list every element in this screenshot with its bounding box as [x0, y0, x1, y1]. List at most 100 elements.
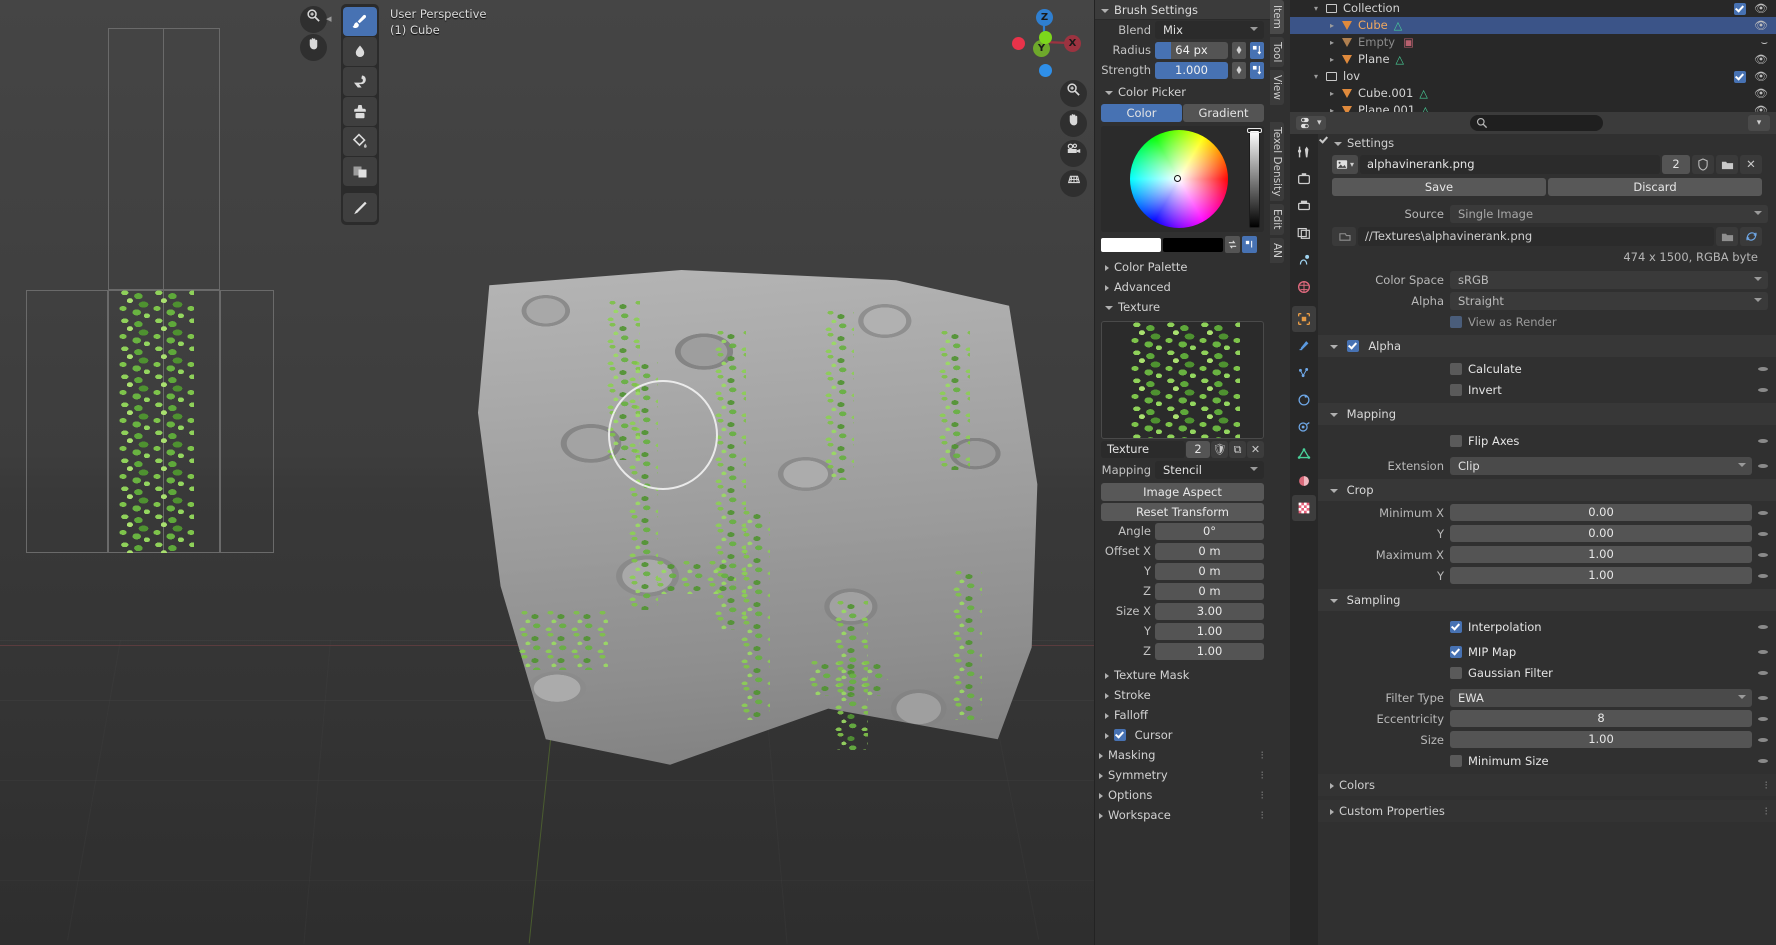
- mapping-row[interactable]: Mapping Stencil: [1095, 460, 1270, 480]
- settings-section-header[interactable]: Settings: [1318, 134, 1776, 152]
- 3d-viewport[interactable]: User Perspective (1) Cube ◂ Z Y X: [0, 0, 1094, 945]
- texture-transform-fields[interactable]: Angle 0° Offset X 0 m Y 0 m Z 0 m Size X 3.00 Y 1.0…: [1095, 521, 1270, 661]
- view-as-render-row[interactable]: View as Render: [1326, 312, 1768, 331]
- toggle-orthographic-grid-icon[interactable]: [1060, 170, 1087, 197]
- animate-property-dot[interactable]: [1758, 737, 1768, 742]
- shield-fake-user-icon[interactable]: [1692, 155, 1714, 174]
- fill-tool[interactable]: [343, 127, 377, 156]
- alpha-section-header[interactable]: Alpha: [1318, 335, 1776, 357]
- outliner[interactable]: ▾ Collection 👁 ▸ Cube △ 👁 ▸ Empty ▣ ⌣ ▸ Plane △ 👁 ▾ lov 👁…: [1290, 0, 1776, 112]
- properties-section-colors[interactable]: Colors ⁝: [1318, 774, 1776, 796]
- section-falloff[interactable]: Falloff: [1095, 705, 1270, 725]
- flip-axes-checkbox[interactable]: [1450, 434, 1462, 447]
- calculate-row[interactable]: Calculate: [1326, 359, 1768, 378]
- sampling-checkbox[interactable]: [1450, 645, 1462, 658]
- crop-field-value[interactable]: 1.00: [1450, 567, 1752, 584]
- filepath-row[interactable]: //Textures\alphavinerank.png: [1332, 227, 1762, 246]
- properties-section-custom-properties[interactable]: Custom Properties ⁝: [1318, 800, 1776, 822]
- tab-edit[interactable]: Edit: [1270, 204, 1284, 235]
- expand-arrow-icon[interactable]: ▸: [1326, 102, 1338, 112]
- crop-field-row[interactable]: Y 1.00: [1326, 566, 1768, 585]
- mesh-data-icon[interactable]: △: [1396, 51, 1404, 68]
- minimum-size-row[interactable]: Minimum Size: [1326, 751, 1768, 770]
- visibility-eye-icon[interactable]: 👁: [1754, 102, 1768, 112]
- soften-tool[interactable]: [343, 37, 377, 66]
- section-texture-mask[interactable]: Texture Mask: [1095, 665, 1270, 685]
- texture-field-value[interactable]: 0 m: [1155, 582, 1264, 600]
- expand-arrow-icon[interactable]: ▸: [1326, 17, 1338, 34]
- texture-field-row[interactable]: Z 0 m: [1095, 581, 1270, 601]
- animate-property-dot[interactable]: [1758, 716, 1768, 721]
- outliner-row-plane-001[interactable]: ▸ Plane.001 △ 👁: [1290, 102, 1776, 112]
- material-properties-tab[interactable]: [1292, 468, 1316, 494]
- crop-field-row[interactable]: Minimum X 0.00: [1326, 503, 1768, 522]
- brush-settings-header[interactable]: Brush Settings: [1095, 0, 1270, 20]
- eccentricity-row[interactable]: Eccentricity 8: [1326, 709, 1768, 728]
- mapping-select[interactable]: Stencil: [1155, 461, 1264, 479]
- properties-closed-sections[interactable]: Colors ⁝ Custom Properties ⁝: [1318, 774, 1776, 822]
- tool-properties-tab[interactable]: [1292, 139, 1316, 165]
- collapse-sidebar-arrow[interactable]: ◂: [326, 12, 332, 25]
- tab-texel-density[interactable]: Texel Density: [1270, 122, 1284, 202]
- mesh-data-icon[interactable]: △: [1419, 85, 1427, 102]
- texture-name-field[interactable]: Texture: [1101, 441, 1185, 458]
- collection-enable-checkbox[interactable]: [1734, 2, 1746, 15]
- animate-property-dot[interactable]: [1758, 531, 1768, 536]
- animate-property-dot[interactable]: [1758, 649, 1768, 654]
- camera-view-icon[interactable]: [1060, 140, 1087, 167]
- outliner-row-cube[interactable]: ▸ Cube △ 👁: [1290, 17, 1776, 34]
- texture-field-value[interactable]: 0°: [1155, 522, 1264, 540]
- blend-select[interactable]: Mix: [1155, 21, 1264, 39]
- crop-fields[interactable]: Minimum X 0.00 Y 0.00 Maximum X 1.00 Y 1.00: [1318, 503, 1776, 585]
- tab-color[interactable]: Color: [1101, 104, 1182, 122]
- brush-section-options[interactable]: Options ⁝: [1095, 785, 1270, 805]
- background-color-swatch[interactable]: [1163, 237, 1223, 252]
- scene-properties-tab[interactable]: [1292, 247, 1316, 273]
- modifier-properties-tab[interactable]: [1292, 333, 1316, 359]
- section-texture[interactable]: Texture: [1095, 297, 1270, 317]
- collection-enable-checkbox[interactable]: [1734, 70, 1746, 83]
- expand-arrow-icon[interactable]: ▾: [1310, 68, 1322, 85]
- texture-field-row[interactable]: Y 0 m: [1095, 561, 1270, 581]
- outliner-row-cube-001[interactable]: ▸ Cube.001 △ 👁: [1290, 85, 1776, 102]
- image-datablock-row[interactable]: ▾ alphavinerank.png 2 ✕: [1332, 155, 1762, 174]
- strength-slider[interactable]: 1.000: [1155, 61, 1228, 79]
- brush-section-workspace[interactable]: Workspace ⁝: [1095, 805, 1270, 825]
- texture-field-value[interactable]: 0 m: [1155, 542, 1264, 560]
- radius-pressure-icon[interactable]: [1232, 41, 1246, 59]
- sampling-checkbox[interactable]: [1450, 666, 1462, 679]
- mask-tool[interactable]: [343, 157, 377, 186]
- painted-plane-mesh[interactable]: [478, 270, 1043, 780]
- properties-header[interactable]: ▾ ▾: [1290, 112, 1776, 134]
- shield-fake-user-icon[interactable]: 🛡: [1211, 441, 1228, 458]
- animate-property-dot[interactable]: [1758, 438, 1768, 443]
- annotate-tool[interactable]: [343, 193, 377, 222]
- visibility-eye-icon[interactable]: 👁: [1754, 17, 1768, 34]
- physics-properties-tab[interactable]: [1292, 387, 1316, 413]
- source-row[interactable]: Source Single Image: [1326, 204, 1768, 223]
- crop-section-header[interactable]: Crop: [1318, 479, 1776, 501]
- color-wheel-cursor[interactable]: [1174, 175, 1181, 182]
- brush-section-symmetry[interactable]: Symmetry ⁝: [1095, 765, 1270, 785]
- visibility-eye-icon[interactable]: 👁: [1754, 68, 1768, 85]
- value-slider-knob[interactable]: [1247, 128, 1262, 133]
- smear-tool[interactable]: [343, 67, 377, 96]
- calculate-checkbox[interactable]: [1450, 362, 1462, 375]
- size-field[interactable]: 1.00: [1450, 731, 1752, 748]
- image-user-count[interactable]: 2: [1662, 155, 1690, 174]
- expand-arrow-icon[interactable]: ▸: [1326, 51, 1338, 68]
- sampling-check-row[interactable]: Gaussian Filter: [1326, 663, 1768, 682]
- crop-field-row[interactable]: Maximum X 1.00: [1326, 545, 1768, 564]
- search-input[interactable]: [1470, 115, 1604, 131]
- outliner-row-lov[interactable]: ▾ lov 👁: [1290, 68, 1776, 85]
- minimum-size-checkbox[interactable]: [1450, 754, 1462, 767]
- animate-property-dot[interactable]: [1758, 695, 1768, 700]
- gizmo-axis-neg-x[interactable]: [1012, 37, 1025, 50]
- crop-field-value[interactable]: 0.00: [1450, 525, 1752, 542]
- source-select[interactable]: Single Image: [1450, 204, 1768, 223]
- strength-row[interactable]: Strength 1.000: [1095, 60, 1270, 80]
- texture-field-row[interactable]: Size X 3.00: [1095, 601, 1270, 621]
- viewport-nav-icons[interactable]: [1060, 80, 1087, 200]
- texture-field-value[interactable]: 0 m: [1155, 562, 1264, 580]
- crop-field-value[interactable]: 1.00: [1450, 546, 1752, 563]
